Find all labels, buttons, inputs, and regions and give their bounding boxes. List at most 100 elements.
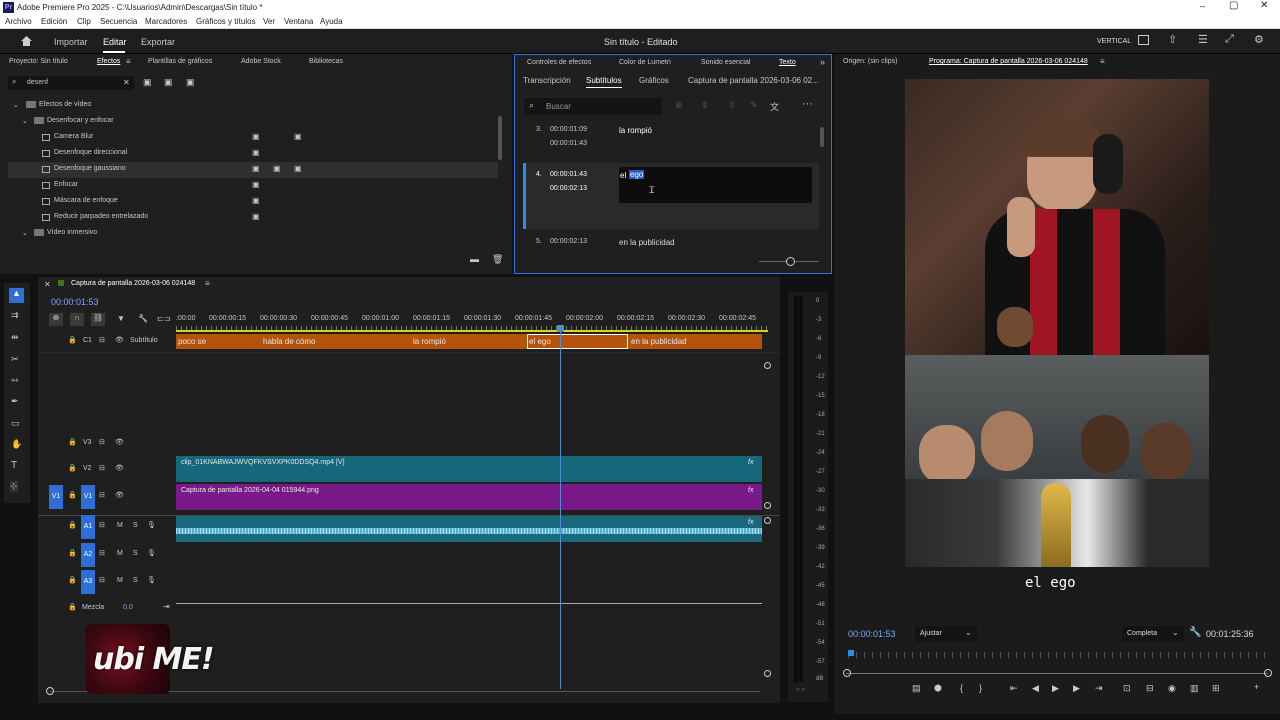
mute-toggle[interactable]: M <box>117 577 123 584</box>
marker-list-icon[interactable]: ▤ <box>912 683 921 694</box>
effects-search-input[interactable]: desenf <box>27 79 48 86</box>
settings-icon[interactable]: ⚙ <box>1254 33 1264 46</box>
work-area-bar[interactable] <box>176 330 768 332</box>
caption-scroll-handle[interactable] <box>764 362 771 369</box>
a2-track-target[interactable]: A2 <box>81 543 95 567</box>
tab-bibliotecas[interactable]: Bibliotecas <box>309 58 343 65</box>
lock-icon[interactable]: 🔒 <box>68 336 77 344</box>
solo-toggle[interactable]: S <box>133 522 138 529</box>
tree-row[interactable]: Desenfoque gaussiano ▣ ▣ ▣ <box>8 162 498 178</box>
go-to-in-icon[interactable]: ⇤ <box>1010 683 1018 694</box>
share-icon[interactable]: ☰ <box>1198 33 1208 46</box>
caption-entry[interactable]: 5. 00:00:02:13 en la publicidad <box>523 235 819 251</box>
maximize-icon[interactable]: ▢ <box>1229 0 1238 11</box>
rectangle-tool-icon[interactable]: ▭ <box>11 418 20 429</box>
chevron-down-icon[interactable]: ⌄ <box>13 101 19 109</box>
zoom-bar[interactable] <box>846 673 1268 674</box>
program-tab[interactable]: Programa: Captura de pantalla 2026-03-06… <box>929 58 1088 65</box>
menu-edicion[interactable]: Edición <box>41 17 67 26</box>
sync-lock-icon[interactable]: ⊟ <box>99 549 105 557</box>
caption-clip[interactable]: poco se <box>176 334 261 349</box>
subtab-subtitulos[interactable]: Subtítulos <box>586 76 622 85</box>
menu-clip[interactable]: Clip <box>77 17 91 26</box>
slip-tool-icon[interactable]: ⇿ <box>11 375 19 386</box>
tab-editar[interactable]: Editar <box>103 37 127 47</box>
yuv-filter-icon[interactable]: ▣ <box>186 77 195 88</box>
tree-row[interactable]: Máscara de enfoque ▣ <box>0 194 500 210</box>
sync-lock-icon[interactable]: ⊟ <box>99 336 105 344</box>
sync-lock-icon[interactable]: ⊟ <box>99 576 105 584</box>
sync-lock-icon[interactable]: ⊟ <box>99 491 105 499</box>
caption-text-selected[interactable]: ego <box>629 170 645 179</box>
lift-icon[interactable]: ⊡ <box>1123 683 1131 694</box>
panel-layout-icon[interactable] <box>1138 35 1149 45</box>
translate-icon[interactable]: 文 <box>770 100 779 113</box>
h-scroll-handle[interactable] <box>46 687 54 695</box>
video-scroll-handle[interactable] <box>764 502 771 509</box>
mute-toggle[interactable]: M <box>117 550 123 557</box>
mix-value[interactable]: 0,0 <box>123 604 133 611</box>
button-editor-icon[interactable]: + <box>1254 682 1259 692</box>
comparison-view-icon[interactable]: ▥ <box>1190 683 1199 694</box>
lock-icon[interactable]: 🔒 <box>68 549 77 557</box>
ripple-edit-tool-icon[interactable]: ⇹ <box>11 332 19 343</box>
tree-row[interactable]: Desenfoque direccional ▣ <box>0 146 500 162</box>
close-icon[interactable]: ✕ <box>1260 0 1268 11</box>
new-folder-icon[interactable]: ▬ <box>470 254 479 264</box>
razor-tool-icon[interactable]: ✂ <box>11 354 19 365</box>
mic-icon[interactable]: 🎙 <box>147 576 156 584</box>
tab-texto[interactable]: Texto <box>779 59 796 66</box>
playhead-marker[interactable] <box>557 325 564 332</box>
step-back-icon[interactable]: ◀ <box>1032 683 1039 694</box>
menu-ayuda[interactable]: Ayuda <box>320 17 343 26</box>
effects-menu-icon[interactable]: ≡ <box>126 57 131 66</box>
hand-tool-icon[interactable]: ✋ <box>11 439 22 450</box>
add-caption-icon[interactable]: ⊕ <box>675 100 683 111</box>
edit-icon[interactable]: ✎ <box>750 100 758 111</box>
captions-toggle-icon[interactable]: ⊏⊐ <box>157 314 170 323</box>
time-ruler[interactable]: :00:00 00:00:00:15 00:00:00:30 00:00:00:… <box>176 312 768 332</box>
zoom-bar-right-handle[interactable] <box>1264 669 1272 677</box>
sync-lock-icon[interactable]: ⊟ <box>99 438 105 446</box>
captions-search-input[interactable]: Buscar <box>546 102 571 111</box>
lock-icon[interactable]: 🔒 <box>68 521 77 529</box>
more-tabs-icon[interactable]: » <box>820 57 825 67</box>
tree-row[interactable]: ⌄ Desenfocar y enfocar <box>0 114 500 130</box>
caption-entry[interactable]: 3. 00:00:01:09 00:00:01:43 la rompió <box>523 123 819 157</box>
fit-dropdown[interactable]: Ajustar ⌄ <box>915 626 977 642</box>
lock-icon[interactable]: 🔒 <box>68 576 77 584</box>
menu-archivo[interactable]: Archivo <box>5 17 32 26</box>
snap-icon[interactable]: ∩ <box>70 313 84 326</box>
accelerated-filter-icon[interactable]: ▣ <box>143 77 152 88</box>
eye-icon[interactable]: 👁 <box>115 438 124 446</box>
tab-controles-efectos[interactable]: Controles de efectos <box>527 59 591 66</box>
mark-in-icon[interactable]: { <box>960 683 963 693</box>
pen-tool-icon[interactable]: ✒ <box>11 396 19 407</box>
tree-row[interactable]: Reducir parpadeo entrelazado ▣ <box>0 210 500 226</box>
tab-exportar[interactable]: Exportar <box>141 37 175 47</box>
step-forward-icon[interactable]: ▶ <box>1073 683 1080 694</box>
effects-scrollbar[interactable] <box>498 116 502 160</box>
tab-color-lumetri[interactable]: Color de Lumetri <box>619 59 671 66</box>
safe-margins-icon[interactable]: ⊞ <box>1212 683 1220 694</box>
a1-clip[interactable]: fx <box>176 516 762 542</box>
subtab-captura[interactable]: Captura de pantalla 2026-03-06 02... <box>688 76 819 85</box>
tree-row[interactable]: Enfocar ▣ <box>0 178 500 194</box>
caption-entry-selected[interactable]: 4. 00:00:01:43 00:00:02:13 el ego Ꮖ <box>523 163 819 229</box>
sync-lock-icon[interactable]: ⊟ <box>99 521 105 529</box>
tab-importar[interactable]: Importar <box>54 37 88 47</box>
zoom-slider[interactable] <box>759 257 819 266</box>
menu-secuencia[interactable]: Secuencia <box>100 17 137 26</box>
mini-ruler[interactable] <box>848 652 1268 658</box>
a3-track-target[interactable]: A3 <box>81 570 95 594</box>
solo-toggle[interactable]: S <box>133 550 138 557</box>
layout-label[interactable]: VERTICAL <box>1097 38 1131 45</box>
play-icon[interactable]: ▶ <box>1052 683 1059 694</box>
a1-track-target[interactable]: A1 <box>81 515 95 539</box>
v2-clip[interactable]: clip_01KNABWAJWVQFKVSVXPK0DDSQ4.mp4 [V] … <box>176 456 762 482</box>
timeline-settings-icon[interactable]: 🔧 <box>138 314 148 323</box>
solo-toggle[interactable]: S <box>133 577 138 584</box>
trash-icon[interactable]: 🗑 <box>492 254 503 265</box>
subtab-graficos[interactable]: Gráficos <box>639 76 669 85</box>
tree-row[interactable]: Camera Blur ▣ ▣ <box>0 130 500 146</box>
